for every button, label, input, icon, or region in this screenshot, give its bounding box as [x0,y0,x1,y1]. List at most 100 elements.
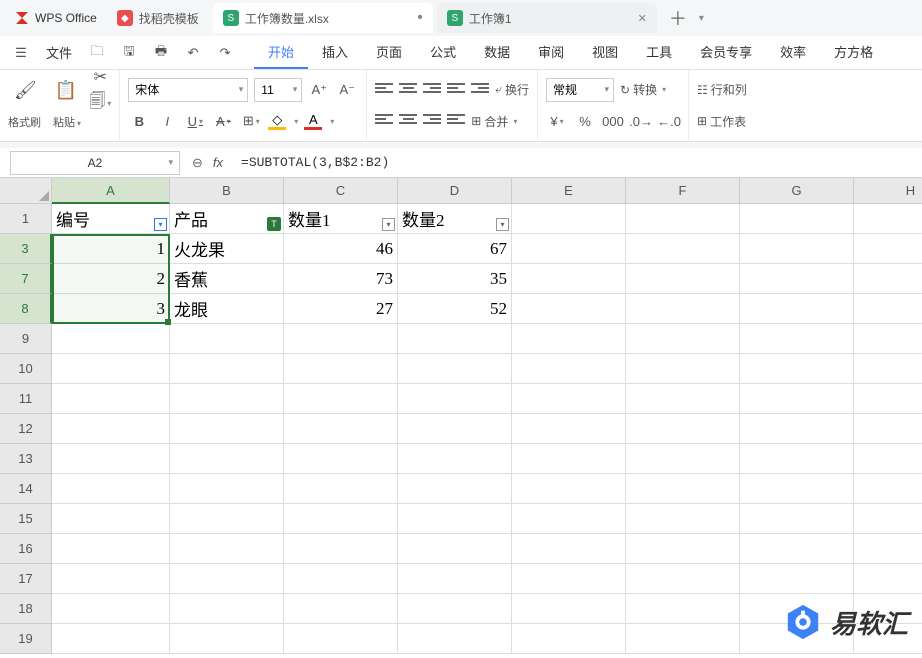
cell-D11[interactable] [398,384,512,414]
cell-G10[interactable] [740,354,854,384]
cell-E1[interactable] [512,204,626,234]
cell-H3[interactable] [854,234,922,264]
cell-A1[interactable]: 编号▾ [52,204,170,234]
cell-E11[interactable] [512,384,626,414]
number-format-select[interactable]: 常规 [546,78,614,102]
cell-C8[interactable]: 27 [284,294,398,324]
row-header-8[interactable]: 8 [0,294,52,324]
cell-C9[interactable] [284,324,398,354]
cell-G1[interactable] [740,204,854,234]
cell-B10[interactable] [170,354,284,384]
redo-icon[interactable]: ↷ [212,40,238,66]
menu-工具[interactable]: 工具 [632,36,686,69]
cell-A9[interactable] [52,324,170,354]
cell-E9[interactable] [512,324,626,354]
cell-A15[interactable] [52,504,170,534]
cell-E8[interactable] [512,294,626,324]
cell-H7[interactable] [854,264,922,294]
menu-插入[interactable]: 插入 [308,36,362,69]
worksheet-button[interactable]: ⊞ 工作表 [697,113,746,130]
cell-B12[interactable] [170,414,284,444]
align-top-icon[interactable] [375,83,393,97]
cell-F10[interactable] [626,354,740,384]
cell-H14[interactable] [854,474,922,504]
col-header-A[interactable]: A [52,178,170,204]
cell-D12[interactable] [398,414,512,444]
cell-E19[interactable] [512,624,626,654]
cell-F9[interactable] [626,324,740,354]
cell-A13[interactable] [52,444,170,474]
cell-F11[interactable] [626,384,740,414]
cell-A16[interactable] [52,534,170,564]
cell-D8[interactable]: 52 [398,294,512,324]
name-box[interactable]: A2 [10,151,180,175]
cell-B18[interactable] [170,594,284,624]
cell-G16[interactable] [740,534,854,564]
cell-H10[interactable] [854,354,922,384]
italic-button[interactable]: I [156,110,178,132]
cut-icon[interactable]: ✂ [89,66,111,88]
cell-D19[interactable] [398,624,512,654]
cell-D14[interactable] [398,474,512,504]
cell-A17[interactable] [52,564,170,594]
filter-badge-icon[interactable]: T [267,217,281,231]
cell-A14[interactable] [52,474,170,504]
cell-D18[interactable] [398,594,512,624]
file-menu[interactable]: 文件 [40,43,78,62]
cell-F7[interactable] [626,264,740,294]
close-icon[interactable]: ✕ [638,12,647,25]
cell-F12[interactable] [626,414,740,444]
tab-template[interactable]: ◆ 找稻壳模板 [107,3,209,33]
tab-dropdown-icon[interactable]: ▾ [699,13,704,24]
menu-公式[interactable]: 公式 [416,36,470,69]
new-tab-button[interactable]: ＋ [661,5,695,31]
row-header-19[interactable]: 19 [0,624,52,654]
cell-H12[interactable] [854,414,922,444]
cell-A10[interactable] [52,354,170,384]
cell-H1[interactable] [854,204,922,234]
menu-效率[interactable]: 效率 [766,36,820,69]
cell-F19[interactable] [626,624,740,654]
cell-F16[interactable] [626,534,740,564]
cell-C19[interactable] [284,624,398,654]
cell-C13[interactable] [284,444,398,474]
row-header-1[interactable]: 1 [0,204,52,234]
cell-F8[interactable] [626,294,740,324]
increase-decimal-icon[interactable]: .0→ [630,110,652,132]
font-color-button[interactable]: A [304,113,322,130]
cell-B13[interactable] [170,444,284,474]
row-header-7[interactable]: 7 [0,264,52,294]
formula-input[interactable]: =SUBTOTAL(3,B$2:B2) [235,155,922,170]
cell-C7[interactable]: 73 [284,264,398,294]
cell-C18[interactable] [284,594,398,624]
cell-D3[interactable]: 67 [398,234,512,264]
col-header-H[interactable]: H [854,178,922,204]
menu-视图[interactable]: 视图 [578,36,632,69]
cell-E7[interactable] [512,264,626,294]
cell-B14[interactable] [170,474,284,504]
cell-A3[interactable]: 1 [52,234,170,264]
cell-B1[interactable]: 产品T [170,204,284,234]
cell-C10[interactable] [284,354,398,384]
increase-font-icon[interactable]: A⁺ [308,79,330,101]
indent-left-icon[interactable] [447,83,465,97]
open-icon[interactable]: 🗀 [84,40,110,66]
filter-dropdown-icon[interactable]: ▾ [382,218,395,231]
border-button[interactable]: ⊞▾ [240,110,262,132]
comma-icon[interactable]: 000 [602,110,624,132]
row-header-14[interactable]: 14 [0,474,52,504]
cell-D17[interactable] [398,564,512,594]
cell-B7[interactable]: 香蕉 [170,264,284,294]
cell-D15[interactable] [398,504,512,534]
cell-E18[interactable] [512,594,626,624]
cell-G13[interactable] [740,444,854,474]
cell-G14[interactable] [740,474,854,504]
cell-E12[interactable] [512,414,626,444]
menu-开始[interactable]: 开始 [254,36,308,69]
cell-A12[interactable] [52,414,170,444]
cell-E15[interactable] [512,504,626,534]
cell-D13[interactable] [398,444,512,474]
decrease-font-icon[interactable]: A⁻ [336,79,358,101]
cell-G12[interactable] [740,414,854,444]
cell-D16[interactable] [398,534,512,564]
